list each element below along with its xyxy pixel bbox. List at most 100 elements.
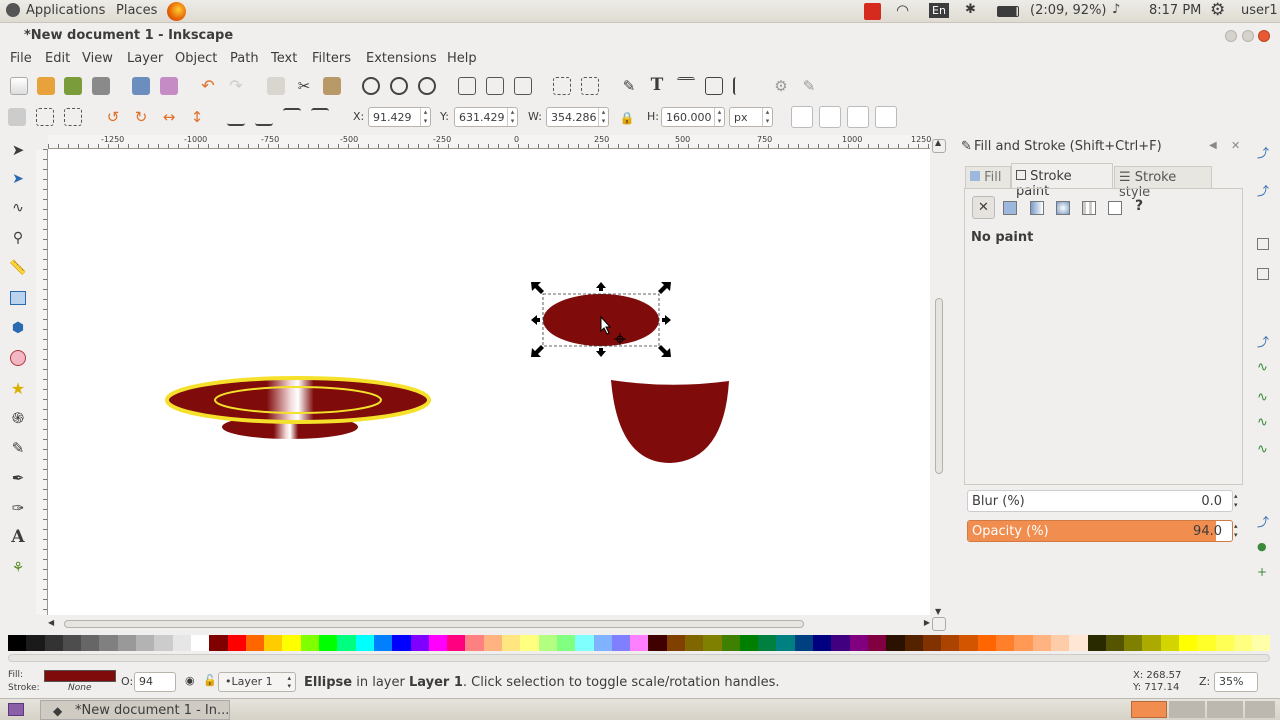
xml-editor-icon[interactable] bbox=[705, 77, 723, 95]
palette-swatch[interactable] bbox=[648, 635, 667, 651]
lock-layer-icon[interactable]: 🔓 bbox=[203, 674, 217, 687]
layers-icon[interactable] bbox=[677, 77, 695, 95]
menu-help[interactable]: Help bbox=[447, 51, 477, 66]
bluetooth-icon[interactable]: ✱ bbox=[965, 2, 976, 17]
spin-arrows-icon[interactable]: ▴ ▾ bbox=[507, 108, 517, 126]
stroke-swatch-none[interactable]: None bbox=[68, 683, 91, 693]
calligraphy-tool-icon[interactable]: ✑ bbox=[8, 498, 28, 518]
menu-view[interactable]: View bbox=[82, 51, 113, 66]
snap-smooth-icon[interactable]: ∿ bbox=[1257, 442, 1268, 457]
wifi-icon[interactable]: ◠ bbox=[896, 1, 909, 19]
deselect-icon[interactable] bbox=[64, 108, 82, 126]
volume-icon[interactable]: ♪ bbox=[1112, 2, 1120, 17]
zoom-page-icon[interactable] bbox=[418, 77, 436, 95]
workspace-4[interactable] bbox=[1245, 701, 1275, 718]
raise-icon[interactable] bbox=[283, 108, 301, 126]
tab-stroke-paint[interactable]: Stroke paint bbox=[1011, 163, 1113, 199]
clone-icon[interactable] bbox=[486, 77, 504, 95]
palette-swatch[interactable] bbox=[758, 635, 777, 651]
palette-swatch[interactable] bbox=[1252, 635, 1271, 651]
palette-swatch[interactable] bbox=[575, 635, 594, 651]
palette-swatch[interactable] bbox=[154, 635, 173, 651]
palette-swatch[interactable] bbox=[300, 635, 320, 651]
horizontal-scrollbar[interactable]: ◀ ▶ bbox=[48, 618, 930, 630]
palette-swatch[interactable] bbox=[849, 635, 868, 651]
color-palette[interactable] bbox=[8, 635, 1271, 651]
keyboard-layout[interactable]: En bbox=[929, 3, 949, 18]
opacity-status-input[interactable]: 94 bbox=[134, 672, 176, 692]
menu-object[interactable]: Object bbox=[175, 51, 217, 66]
snap-others-icon[interactable]: ⤴ bbox=[1257, 513, 1269, 530]
select-all-layers-icon[interactable] bbox=[36, 108, 54, 126]
w-input[interactable]: 354.286 ▴ ▾ bbox=[546, 107, 609, 127]
maximize-button[interactable] bbox=[1242, 30, 1254, 42]
new-document-icon[interactable] bbox=[10, 77, 28, 95]
pencil-tool-icon[interactable]: ✎ bbox=[8, 438, 28, 458]
palette-swatch[interactable] bbox=[483, 635, 503, 651]
palette-swatch[interactable] bbox=[684, 635, 704, 651]
snap-cusp-icon[interactable]: ∿ bbox=[1257, 415, 1268, 430]
fill-swatch[interactable] bbox=[44, 670, 116, 682]
snap-center-icon[interactable]: ● bbox=[1257, 540, 1267, 553]
group-icon[interactable] bbox=[553, 77, 571, 95]
flip-vertical-icon[interactable]: ↕ bbox=[188, 108, 206, 126]
tweak-tool-icon[interactable]: ∿ bbox=[8, 198, 28, 218]
3d-box-tool-icon[interactable]: ⬢ bbox=[8, 318, 28, 338]
unset-paint-button[interactable]: ? bbox=[1135, 198, 1143, 214]
zoom-drawing-icon[interactable] bbox=[390, 77, 408, 95]
workspace-3[interactable] bbox=[1207, 701, 1243, 718]
palette-swatch[interactable] bbox=[209, 635, 228, 651]
snap-guide-icon[interactable]: + bbox=[1257, 565, 1267, 579]
palette-swatch[interactable] bbox=[1087, 635, 1106, 651]
snap-toggle-icon[interactable]: ⤴ bbox=[1257, 144, 1269, 161]
h-input[interactable]: 160.000 ▴ ▾ bbox=[661, 107, 725, 127]
y-input[interactable]: 631.429 ▴ ▾ bbox=[454, 107, 518, 127]
close-button[interactable] bbox=[1258, 30, 1270, 42]
opacity-spin-arrows-icon[interactable]: ▴ ▾ bbox=[1234, 522, 1238, 540]
palette-swatch[interactable] bbox=[1069, 635, 1088, 651]
spray-tool-icon[interactable]: ⚘ bbox=[8, 558, 28, 578]
ungroup-icon[interactable] bbox=[581, 77, 599, 95]
palette-scrollbar[interactable] bbox=[8, 654, 1270, 662]
pen-tool-icon[interactable]: ✒ bbox=[8, 468, 28, 488]
palette-swatch[interactable] bbox=[465, 635, 484, 651]
mesh-gradient-button[interactable] bbox=[1082, 201, 1096, 215]
selector-tool-icon[interactable]: ➤ bbox=[8, 140, 28, 160]
lower-to-bottom-icon[interactable] bbox=[227, 108, 245, 126]
palette-swatch[interactable] bbox=[245, 635, 265, 651]
palette-swatch[interactable] bbox=[1179, 635, 1198, 651]
save-icon[interactable] bbox=[64, 77, 82, 95]
print-icon[interactable] bbox=[92, 77, 110, 95]
palette-swatch[interactable] bbox=[227, 635, 246, 651]
battery-icon[interactable] bbox=[997, 6, 1019, 17]
blur-spin-arrows-icon[interactable]: ▴ ▾ bbox=[1234, 492, 1238, 510]
palette-swatch[interactable] bbox=[172, 635, 191, 651]
dock-close-icon[interactable]: ✕ bbox=[1231, 139, 1240, 152]
lock-icon[interactable]: 🔒 bbox=[618, 109, 636, 127]
palette-swatch[interactable] bbox=[776, 635, 795, 651]
duplicate-icon[interactable] bbox=[458, 77, 476, 95]
palette-swatch[interactable] bbox=[1160, 635, 1179, 651]
toggle-cms-icon[interactable] bbox=[932, 617, 946, 631]
vertical-scrollbar[interactable]: ▲ ▼ bbox=[933, 138, 947, 616]
hide-layer-icon[interactable]: ◉ bbox=[185, 674, 195, 687]
menu-text[interactable]: Text bbox=[271, 51, 297, 66]
blur-slider[interactable]: Blur (%) 0.0 bbox=[967, 490, 1233, 512]
palette-swatch[interactable] bbox=[1050, 635, 1070, 651]
snap-corners-icon[interactable] bbox=[1257, 268, 1269, 280]
palette-swatch[interactable] bbox=[630, 635, 649, 651]
palette-swatch[interactable] bbox=[520, 635, 539, 651]
align-distribute-icon[interactable] bbox=[733, 77, 751, 95]
flat-color-button[interactable] bbox=[1003, 201, 1017, 215]
minimize-button[interactable] bbox=[1225, 30, 1237, 42]
palette-swatch[interactable] bbox=[721, 635, 740, 651]
export-icon[interactable] bbox=[160, 77, 178, 95]
palette-swatch[interactable] bbox=[1014, 635, 1033, 651]
palette-swatch[interactable] bbox=[1142, 635, 1161, 651]
layer-select[interactable]: •Layer 1 ▴ ▾ bbox=[218, 672, 296, 692]
tab-stroke-style[interactable]: ☰ Stroke style bbox=[1114, 166, 1212, 200]
palette-swatch[interactable] bbox=[282, 635, 301, 651]
ellipse-tool-icon[interactable] bbox=[8, 348, 28, 368]
copy-icon[interactable] bbox=[267, 77, 285, 95]
spin-arrows-icon[interactable]: ▴ ▾ bbox=[420, 108, 430, 126]
